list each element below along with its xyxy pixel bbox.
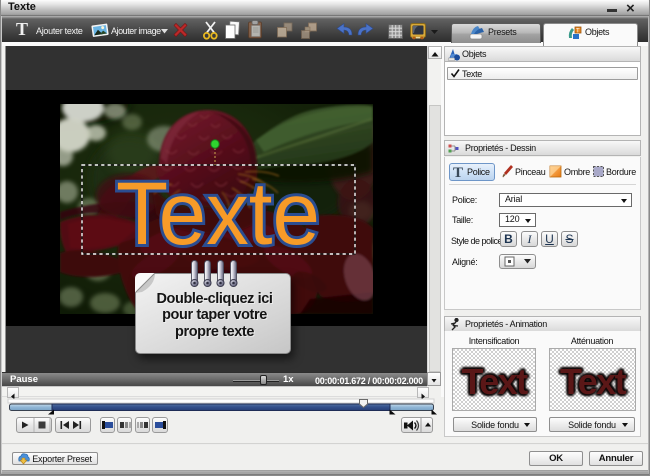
svg-text:Texte: Texte: [116, 163, 320, 263]
svg-text:T: T: [576, 29, 580, 35]
svg-text:T: T: [16, 21, 28, 39]
svg-text:T: T: [453, 165, 463, 179]
